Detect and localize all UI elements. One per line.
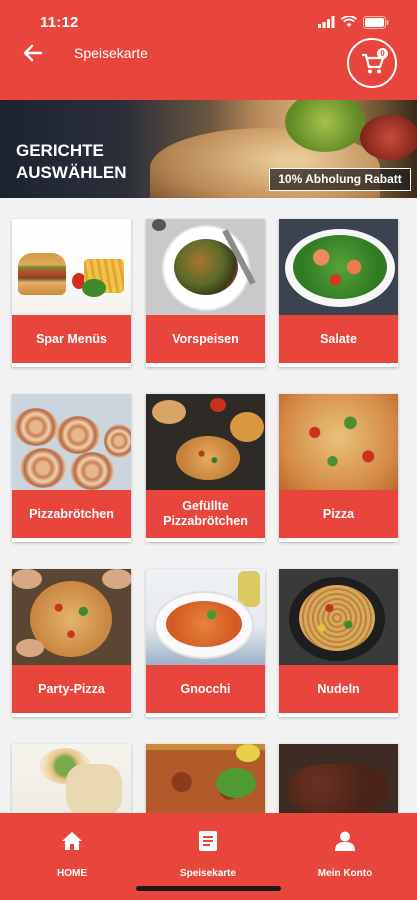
cart-button[interactable]: 0 bbox=[347, 38, 397, 88]
battery-icon bbox=[363, 15, 389, 29]
nav-label: HOME bbox=[57, 868, 87, 879]
banner-heading: GERICHTE AUSWÄHLEN bbox=[16, 140, 127, 184]
category-label: Gefüllte Pizzabrötchen bbox=[146, 490, 265, 538]
noodles-pan-image bbox=[279, 569, 398, 665]
menu-icon bbox=[199, 831, 217, 851]
category-tile-vorspeisen[interactable]: Vorspeisen bbox=[146, 219, 265, 367]
cart-count-badge: 0 bbox=[377, 48, 388, 59]
status-bar: 11:12 bbox=[0, 0, 417, 44]
category-tile-party-pizza[interactable]: Party-Pizza bbox=[12, 569, 131, 717]
wifi-icon bbox=[341, 16, 357, 27]
banner-heading-line-2: AUSWÄHLEN bbox=[16, 163, 127, 182]
status-icons bbox=[318, 14, 389, 30]
burger-fries-image bbox=[12, 219, 131, 315]
arrow-left-icon bbox=[23, 44, 43, 62]
home-icon bbox=[62, 832, 82, 850]
category-label: Vorspeisen bbox=[146, 315, 265, 363]
category-label: Nudeln bbox=[279, 665, 398, 713]
nav-label: Mein Konto bbox=[317, 868, 373, 879]
antipasti-plate-image bbox=[146, 219, 265, 315]
shrimp-salad-image bbox=[279, 219, 398, 315]
category-label: Gnocchi bbox=[146, 665, 265, 713]
status-time: 11:12 bbox=[40, 14, 79, 31]
category-label: Pizza bbox=[279, 490, 398, 538]
banner-meat-image bbox=[360, 115, 417, 160]
category-label: Party-Pizza bbox=[12, 665, 131, 713]
pizza-image bbox=[279, 394, 398, 490]
discount-badge: 10% Abholung Rabatt bbox=[269, 168, 411, 191]
user-icon bbox=[335, 831, 355, 851]
home-indicator bbox=[136, 886, 281, 891]
category-tile-gefuellte-pizzabroetchen[interactable]: Gefüllte Pizzabrötchen bbox=[146, 394, 265, 542]
category-tile-gnocchi[interactable]: Gnocchi bbox=[146, 569, 265, 717]
gnocchi-bowl-image bbox=[146, 569, 265, 665]
category-tile-nudeln[interactable]: Nudeln bbox=[279, 569, 398, 717]
signal-icon bbox=[318, 16, 335, 28]
banner-heading-line-1: GERICHTE bbox=[16, 141, 104, 160]
category-tile-pizza[interactable]: Pizza bbox=[279, 394, 398, 542]
category-tile-spar-menus[interactable]: Spar Menüs bbox=[12, 219, 131, 367]
pizza-rolls-image bbox=[12, 394, 131, 490]
nav-item-home[interactable]: HOME bbox=[22, 831, 122, 879]
category-label: Pizzabrötchen bbox=[12, 490, 131, 538]
category-label: Salate bbox=[279, 315, 398, 363]
stuffed-pizza-rolls-image bbox=[146, 394, 265, 490]
back-button[interactable] bbox=[20, 40, 46, 66]
app-header: 11:12 Speisekarte 0 bbox=[0, 0, 417, 100]
nav-item-mein-konto[interactable]: Mein Konto bbox=[295, 831, 395, 879]
category-label: Spar Menüs bbox=[12, 315, 131, 363]
page-title: Speisekarte bbox=[74, 45, 148, 61]
nav-label: Speisekarte bbox=[179, 868, 237, 879]
category-tile-salate[interactable]: Salate bbox=[279, 219, 398, 367]
party-pizza-image bbox=[12, 569, 131, 665]
nav-item-speisekarte[interactable]: Speisekarte bbox=[158, 831, 258, 879]
category-tile-pizzabroetchen[interactable]: Pizzabrötchen bbox=[12, 394, 131, 542]
